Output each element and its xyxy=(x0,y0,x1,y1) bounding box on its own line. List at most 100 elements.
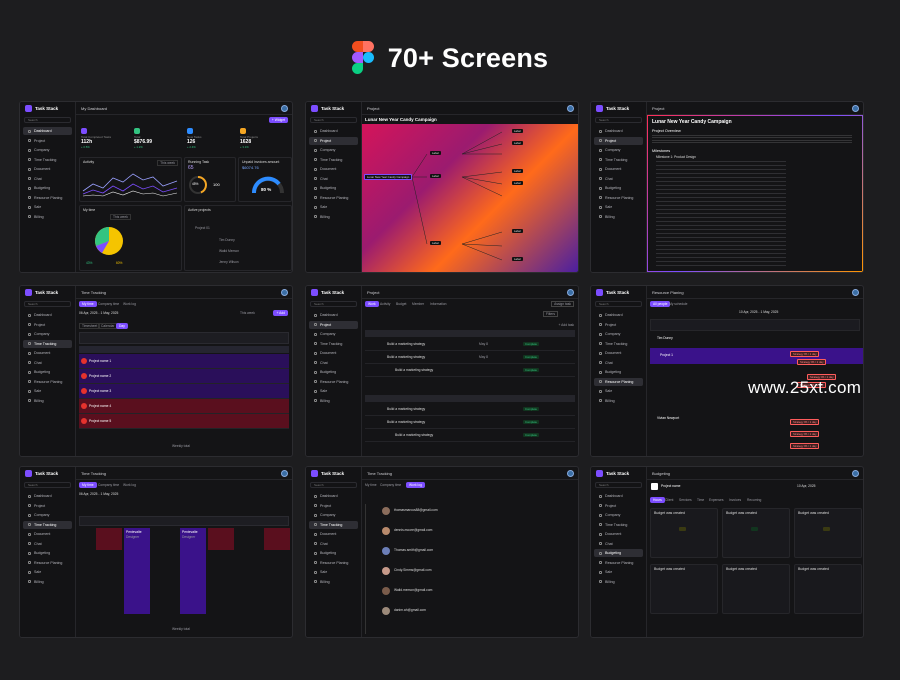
budget-card[interactable]: Budget was created xyxy=(794,564,862,614)
view-calendar[interactable]: Calendar xyxy=(98,323,118,329)
search-input[interactable]: Search xyxy=(310,301,357,307)
sidebar-item-time[interactable]: Time Tracking xyxy=(23,520,72,529)
tab-services[interactable]: Services xyxy=(679,498,692,502)
sidebar-item-resource[interactable]: Resource Planing xyxy=(594,559,643,567)
sidebar-item-dashboard[interactable]: Dashboard xyxy=(309,311,358,319)
sidebar-item-billing[interactable]: Billing xyxy=(309,213,358,221)
sidebar-item-time[interactable]: Time Tracking xyxy=(23,156,72,164)
tab-member[interactable]: Member xyxy=(412,302,424,306)
allocation-bar[interactable]: Strategy 8h / 1 day xyxy=(790,351,820,357)
tab-invoices[interactable]: Invoices xyxy=(729,498,741,502)
tab-time[interactable]: Time xyxy=(697,498,704,502)
sidebar-item-company[interactable]: Company xyxy=(309,146,358,154)
calendar-event[interactable] xyxy=(208,528,234,550)
sidebar-item-sale[interactable]: Sale xyxy=(23,568,72,576)
sidebar-item-dashboard[interactable]: Dashboard xyxy=(309,127,358,135)
mindmap-node[interactable]: Label xyxy=(430,241,441,245)
tab-expenses[interactable]: Expenses xyxy=(709,498,723,502)
sidebar-item-dashboard[interactable]: Dashboard xyxy=(594,127,643,135)
search-input[interactable]: Search xyxy=(24,117,71,123)
sidebar-item-project[interactable]: Project xyxy=(23,321,72,329)
sidebar-item-sale[interactable]: Sale xyxy=(309,387,358,395)
mindmap-node[interactable]: Label xyxy=(512,257,523,261)
view-day[interactable]: Day xyxy=(116,323,128,329)
mindmap-root-node[interactable]: Lunar New Year Candy Campaign xyxy=(364,174,413,180)
sidebar-item-document[interactable]: Document xyxy=(23,349,72,357)
tab-work[interactable]: Work xyxy=(365,301,379,307)
date-range[interactable]: 06 Apr, 2025 - 1 May, 2025 xyxy=(79,492,118,496)
table-row[interactable]: Build a marketing strategy May 8 Complete xyxy=(365,338,575,351)
sidebar-item-dashboard[interactable]: Dashboard xyxy=(23,492,72,500)
week-select[interactable]: This week xyxy=(110,214,131,220)
table-row[interactable]: Build a marketing strategy Complete xyxy=(365,403,575,416)
table-row[interactable]: Project name 4 xyxy=(79,399,289,414)
mindmap-node[interactable]: Label xyxy=(512,181,523,185)
table-row[interactable]: Project name 3 xyxy=(79,384,289,399)
sidebar-item-time[interactable]: Time Tracking xyxy=(23,339,72,348)
avatar[interactable] xyxy=(281,289,288,296)
sidebar-item-document[interactable]: Document xyxy=(309,165,358,173)
screen-task-list[interactable]: Task Stack Search Dashboard Project Comp… xyxy=(305,285,579,457)
budget-card[interactable]: Budget was created xyxy=(722,508,790,558)
filters-button[interactable]: Filters xyxy=(543,311,558,317)
avatar[interactable] xyxy=(852,289,859,296)
tab-information[interactable]: Information xyxy=(430,302,447,306)
sidebar-item-dashboard[interactable]: Dashboard xyxy=(309,492,358,500)
screen-work-log[interactable]: Task Stack Search Dashboard Project Comp… xyxy=(305,466,579,638)
sidebar-item-chat[interactable]: Chat xyxy=(309,359,358,367)
sidebar-item-sale[interactable]: Sale xyxy=(594,203,643,211)
table-row[interactable]: Project name 5 xyxy=(79,414,289,429)
sidebar-item-project[interactable]: Project xyxy=(23,137,72,145)
sidebar-item-resource[interactable]: Resource Planing xyxy=(594,377,643,386)
allocation-bar[interactable]: Strategy 8h / 1 day xyxy=(790,431,820,437)
add-button[interactable]: + Add xyxy=(273,310,288,316)
sidebar-item-resource[interactable]: Resource Planing xyxy=(23,194,72,202)
sidebar-item-time[interactable]: Time Tracking xyxy=(594,521,643,529)
table-row[interactable]: Build a marketing strategy Complete xyxy=(365,416,575,429)
project-row[interactable]: Project 1 xyxy=(650,348,863,364)
sidebar-item-resource[interactable]: Resource Planing xyxy=(23,559,72,567)
calendar-event[interactable]: Pentevalte Designer xyxy=(180,528,206,614)
sidebar-item-document[interactable]: Document xyxy=(23,165,72,173)
sidebar-item-billing[interactable]: Billing xyxy=(309,578,358,586)
sidebar-item-budgeting[interactable]: Budgeting xyxy=(309,549,358,557)
budget-card[interactable]: Budget was created xyxy=(650,564,718,614)
allocation-bar[interactable]: Strategy 8h / 1 day xyxy=(790,443,820,449)
sidebar-item-chat[interactable]: Chat xyxy=(594,175,643,183)
sidebar-item-document[interactable]: Document xyxy=(23,530,72,538)
sidebar-item-time[interactable]: Time Tracking xyxy=(309,340,358,348)
sidebar-item-company[interactable]: Company xyxy=(309,330,358,338)
tab-work-log[interactable]: Work log xyxy=(406,482,425,488)
sidebar-item-chat[interactable]: Chat xyxy=(309,540,358,548)
sidebar-item-project[interactable]: Project xyxy=(594,321,643,329)
search-input[interactable]: Search xyxy=(310,482,357,488)
sidebar-item-budgeting[interactable]: Budgeting xyxy=(594,368,643,376)
sidebar-item-budgeting[interactable]: Budgeting xyxy=(23,184,72,192)
sidebar-item-dashboard[interactable]: Dashboard xyxy=(23,311,72,319)
add-widget-button[interactable]: + Widget xyxy=(268,117,288,123)
budget-card[interactable]: Budget was created xyxy=(722,564,790,614)
mindmap-node[interactable]: Label xyxy=(430,151,441,155)
search-input[interactable]: Search xyxy=(24,482,71,488)
sidebar-item-billing[interactable]: Billing xyxy=(309,397,358,405)
sidebar-item-dashboard[interactable]: Dashboard xyxy=(594,492,643,500)
avatar[interactable] xyxy=(567,105,574,112)
avatar[interactable] xyxy=(281,470,288,477)
table-row[interactable]: Build a marketing strategy Complete xyxy=(365,429,575,442)
sidebar-item-company[interactable]: Company xyxy=(594,330,643,338)
tab-budget[interactable]: Budget xyxy=(396,302,406,306)
tab-company-time[interactable]: Company time xyxy=(98,302,119,306)
sidebar-item-chat[interactable]: Chat xyxy=(309,175,358,183)
sidebar-item-billing[interactable]: Billing xyxy=(23,397,72,405)
screen-dashboard[interactable]: Task Stack Search Dashboard Project Comp… xyxy=(19,101,293,273)
sidebar-item-chat[interactable]: Chat xyxy=(594,540,643,548)
sidebar-item-project[interactable]: Project xyxy=(594,136,643,145)
sidebar-item-project[interactable]: Project xyxy=(594,502,643,510)
sidebar-item-budgeting[interactable]: Budgeting xyxy=(594,184,643,192)
sidebar-item-time[interactable]: Time Tracking xyxy=(309,520,358,529)
search-input[interactable]: Search xyxy=(310,117,357,123)
sidebar-item-sale[interactable]: Sale xyxy=(594,387,643,395)
screen-mindmap[interactable]: Task Stack Search Dashboard Project Comp… xyxy=(305,101,579,273)
sidebar-item-dashboard[interactable]: Dashboard xyxy=(594,311,643,319)
avatar[interactable] xyxy=(567,289,574,296)
